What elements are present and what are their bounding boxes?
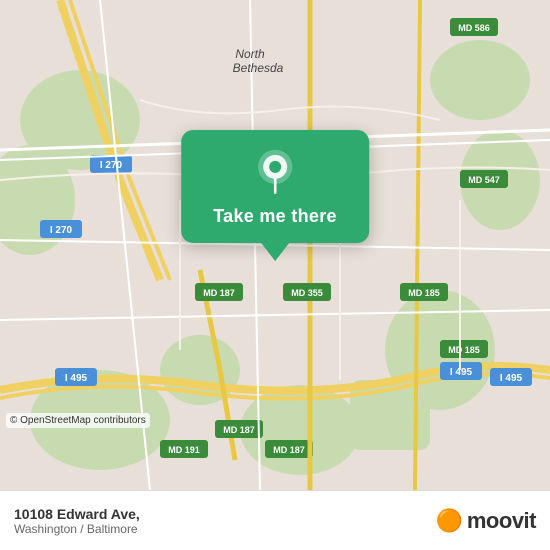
cta-card[interactable]: Take me there [181, 130, 369, 243]
cta-pointer [261, 243, 289, 261]
svg-text:MD 185: MD 185 [408, 288, 440, 298]
svg-text:I 495: I 495 [500, 373, 523, 384]
map-container: I 270 I 270 I 495 I 495 I 495 MD 187 MD … [0, 0, 550, 490]
svg-text:MD 187: MD 187 [273, 445, 305, 455]
svg-text:MD 547: MD 547 [468, 175, 500, 185]
svg-text:MD 191: MD 191 [168, 445, 200, 455]
svg-text:I 495: I 495 [450, 367, 473, 378]
svg-text:MD 187: MD 187 [203, 288, 235, 298]
moovit-logo-text: moovit [467, 508, 536, 534]
svg-text:MD 355: MD 355 [291, 288, 323, 298]
footer: 10108 Edward Ave, Washington / Baltimore… [0, 490, 550, 550]
svg-text:MD 185: MD 185 [448, 345, 480, 355]
svg-text:MD 187: MD 187 [223, 425, 255, 435]
svg-text:I 495: I 495 [65, 373, 88, 384]
svg-text:MD 586: MD 586 [458, 23, 490, 33]
location-pin-icon [251, 148, 299, 196]
svg-text:North: North [235, 47, 265, 61]
cta-button-container[interactable]: Take me there [181, 130, 369, 261]
svg-text:Bethesda: Bethesda [233, 61, 284, 75]
svg-text:I 270: I 270 [100, 160, 123, 171]
moovit-logo: 🟠 moovit [435, 508, 536, 534]
svg-text:I 270: I 270 [50, 225, 73, 236]
moovit-logo-icon: 🟠 [435, 508, 462, 534]
osm-credit: © OpenStreetMap contributors [6, 413, 150, 428]
take-me-there-button[interactable]: Take me there [213, 206, 337, 227]
